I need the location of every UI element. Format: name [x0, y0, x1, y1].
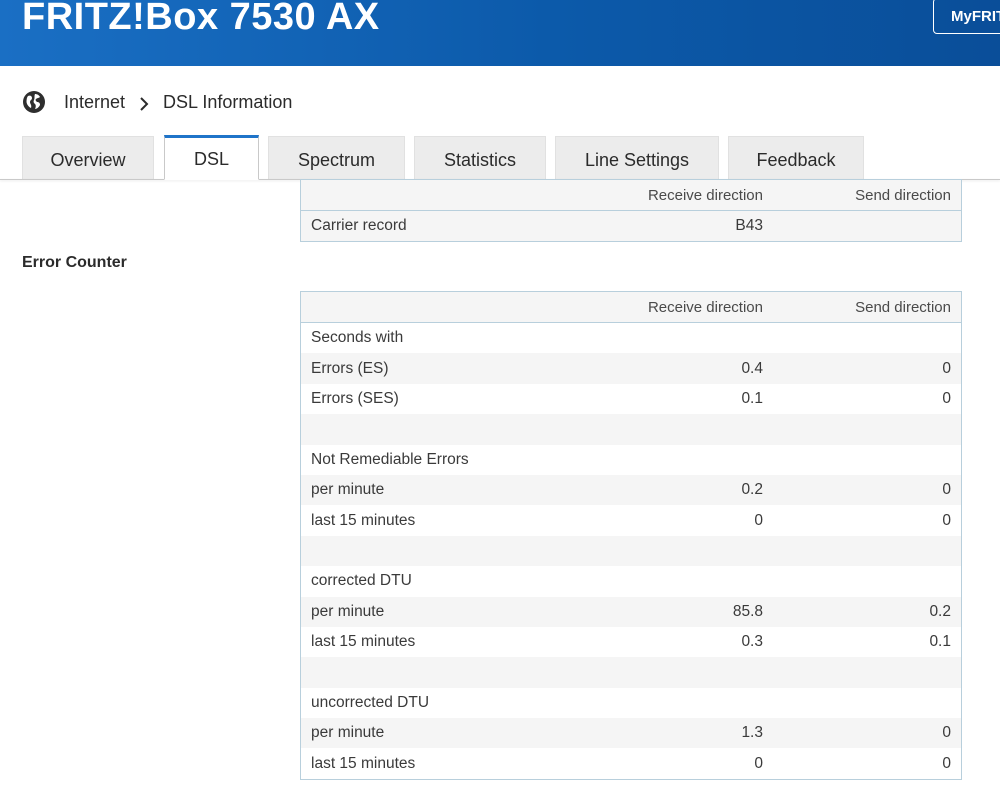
row-label: Errors (SES): [300, 383, 525, 415]
receive-value: 0.2: [525, 474, 773, 506]
breadcrumb: Internet DSL Information: [22, 88, 292, 116]
receive-value: 0.1: [525, 383, 773, 415]
table-row: per minute 0.2 0: [300, 474, 962, 506]
row-label: per minute: [300, 474, 525, 506]
send-value: 0.1: [773, 626, 962, 658]
receive-value: 1.3: [525, 718, 773, 749]
row-label: last 15 minutes: [300, 626, 525, 658]
table-row: uncorrected DTU: [300, 687, 962, 719]
receive-value: [525, 657, 773, 688]
carrier-table: Receive direction Send direction Carrier…: [300, 179, 962, 243]
send-value: [773, 210, 962, 242]
send-value: 0.2: [773, 596, 962, 627]
table-row: Not Remediable Errors: [300, 444, 962, 475]
table-row: last 15 minutes 0 0: [300, 505, 962, 536]
row-label: [300, 414, 525, 445]
row-label: last 15 minutes: [300, 748, 525, 780]
table-row: last 15 minutes 0 0: [300, 748, 962, 780]
send-value: 0: [773, 718, 962, 749]
row-label: [300, 657, 525, 688]
table-row: Seconds with: [300, 322, 962, 354]
column-header-receive: Receive direction: [525, 291, 773, 323]
send-value: [773, 444, 962, 475]
table-header-row: Receive direction Send direction: [300, 291, 962, 323]
table-row: [300, 414, 962, 445]
row-label: uncorrected DTU: [300, 687, 525, 719]
device-title: FRITZ!Box 7530 AX: [22, 0, 380, 38]
breadcrumb-item-dsl-information: DSL Information: [163, 91, 293, 112]
table-row: per minute 1.3 0: [300, 718, 962, 749]
receive-value: [525, 444, 773, 475]
receive-value: 0.3: [525, 626, 773, 658]
tab-bar: Overview DSL Spectrum Statistics Line Se…: [0, 135, 1000, 180]
row-label: Not Remediable Errors: [300, 444, 525, 475]
receive-value: [525, 535, 773, 567]
row-label: Carrier record: [300, 210, 525, 242]
send-value: [773, 566, 962, 597]
send-value: [773, 657, 962, 688]
tab-spectrum[interactable]: Spectrum: [268, 136, 405, 180]
tab-statistics[interactable]: Statistics: [414, 136, 546, 180]
tab-overview[interactable]: Overview: [22, 136, 154, 180]
receive-value: [525, 566, 773, 597]
receive-value: [525, 687, 773, 719]
row-label: last 15 minutes: [300, 505, 525, 536]
error-counter-table: Receive direction Send direction Seconds…: [300, 291, 962, 780]
table-row: [300, 535, 962, 567]
table-row: corrected DTU: [300, 566, 962, 597]
tab-line-settings[interactable]: Line Settings: [555, 136, 719, 180]
receive-value: B43: [525, 210, 773, 242]
receive-value: [525, 322, 773, 354]
table-row: Errors (ES) 0.4 0: [300, 353, 962, 384]
send-value: 0: [773, 383, 962, 415]
send-value: [773, 322, 962, 354]
column-header: [300, 291, 525, 323]
breadcrumb-item-internet[interactable]: Internet: [64, 92, 125, 113]
table-header-row: Receive direction Send direction: [300, 179, 962, 211]
send-value: [773, 414, 962, 445]
row-label: Seconds with: [300, 322, 525, 354]
myfritz-button[interactable]: MyFRITZ!: [933, 0, 1000, 34]
row-label: per minute: [300, 596, 525, 627]
table-row: last 15 minutes 0.3 0.1: [300, 626, 962, 658]
receive-value: 0.4: [525, 353, 773, 384]
table-row: [300, 657, 962, 688]
globe-icon: [22, 90, 46, 114]
table-row: Errors (SES) 0.1 0: [300, 383, 962, 415]
error-counter-heading: Error Counter: [22, 254, 127, 271]
column-header: [300, 179, 525, 211]
table-row: per minute 85.8 0.2: [300, 596, 962, 627]
receive-value: 85.8: [525, 596, 773, 627]
app-header: FRITZ!Box 7530 AX MyFRITZ!: [0, 0, 1000, 66]
send-value: 0: [773, 474, 962, 506]
column-header-send: Send direction: [773, 291, 962, 323]
column-header-send: Send direction: [773, 179, 962, 211]
row-label: Errors (ES): [300, 353, 525, 384]
row-label: per minute: [300, 718, 525, 749]
receive-value: 0: [525, 505, 773, 536]
row-label: [300, 535, 525, 567]
send-value: [773, 535, 962, 567]
send-value: 0: [773, 748, 962, 780]
tab-dsl[interactable]: DSL: [164, 135, 259, 180]
receive-value: 0: [525, 748, 773, 780]
tab-feedback[interactable]: Feedback: [728, 136, 864, 180]
row-label: corrected DTU: [300, 566, 525, 597]
table-row: Carrier record B43: [300, 210, 962, 242]
send-value: [773, 687, 962, 719]
chevron-right-icon: [139, 95, 149, 111]
column-header-receive: Receive direction: [525, 179, 773, 211]
send-value: 0: [773, 353, 962, 384]
receive-value: [525, 414, 773, 445]
send-value: 0: [773, 505, 962, 536]
